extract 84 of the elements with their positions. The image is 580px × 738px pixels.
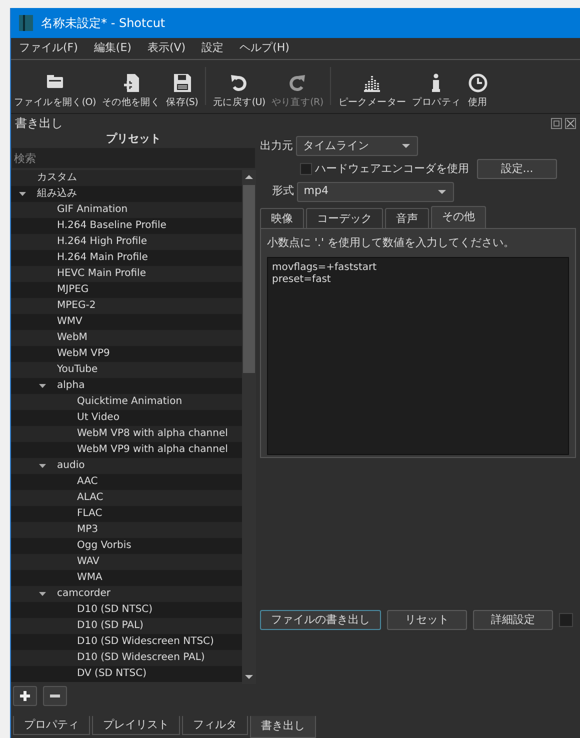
tree-item[interactable]: 組み込み	[11, 186, 242, 202]
tree-item[interactable]: MJPEG	[11, 282, 242, 298]
tree-item[interactable]: H.264 Main Profile	[11, 250, 242, 266]
tree-item[interactable]: alpha	[11, 378, 242, 394]
tree-item[interactable]: MPEG-2	[11, 298, 242, 314]
tree-item[interactable]: ALAC	[11, 490, 242, 506]
hint-text: 小数点に '.' を使用して数値を入力してください。	[267, 234, 516, 250]
field-label: 形式	[272, 183, 294, 200]
checkbox[interactable]	[559, 612, 573, 626]
tree-item[interactable]: D10 (SD NTSC)	[11, 602, 242, 618]
checkbox-label: ハードウェアエンコーダを使用	[314, 160, 469, 176]
tab[interactable]: プレイリスト	[92, 716, 180, 735]
floppy-icon	[171, 72, 194, 94]
menu-item[interactable]: 設定	[194, 40, 232, 57]
field-label: 出力元	[260, 138, 293, 154]
expanded-arrow-icon[interactable]	[38, 382, 46, 390]
tree-item[interactable]: FLAC	[11, 506, 242, 522]
configure-button[interactable]: 設定...	[477, 158, 557, 179]
expanded-arrow-icon[interactable]	[38, 590, 46, 598]
dropdown-arrow-icon	[400, 143, 411, 149]
remove-button[interactable]	[43, 686, 67, 706]
tab[interactable]: 書き出し	[250, 716, 316, 738]
float-icon[interactable]	[551, 118, 562, 128]
source-dropdown[interactable]: タイムライン	[296, 136, 418, 156]
toolbar-button[interactable]: 元に戻す(U)	[210, 72, 268, 113]
app-icon	[19, 15, 33, 31]
tree-item[interactable]: MP3	[11, 522, 242, 538]
toolbar-button[interactable]: ピークメーター	[335, 72, 410, 113]
plus-icon	[19, 690, 31, 702]
dropdown-arrow-icon	[436, 188, 447, 194]
tree-item[interactable]: WebM VP9	[11, 346, 242, 362]
options-field[interactable]: movflags=+faststart preset=fast	[267, 257, 569, 455]
tree-item[interactable]: audio	[11, 458, 242, 474]
tree-item[interactable]: WebM VP8 with alpha channel	[11, 426, 242, 442]
toolbar-button[interactable]: その他を開く	[98, 72, 164, 113]
tree-item[interactable]: WAV	[11, 554, 242, 570]
menu-item[interactable]: ヘルプ(H)	[232, 40, 298, 57]
tab[interactable]: その他	[431, 206, 486, 228]
tree-item[interactable]: AAC	[11, 474, 242, 490]
action-button[interactable]: 詳細設定	[473, 610, 553, 630]
tree-item[interactable]: HEVC Main Profile	[11, 266, 242, 282]
toolbar-button[interactable]: 使用	[464, 72, 492, 113]
tab[interactable]: プロパティ	[13, 716, 90, 735]
tree-item[interactable]: DV (SD NTSC)	[11, 666, 242, 682]
tree-item[interactable]: YouTube	[11, 362, 242, 378]
clock-icon	[466, 72, 489, 94]
tree-item[interactable]: Ut Video	[11, 410, 242, 426]
close-icon[interactable]	[565, 118, 576, 128]
add-button[interactable]	[13, 686, 37, 706]
tree-item[interactable]: H.264 High Profile	[11, 234, 242, 250]
tree-item[interactable]: D10 (SD Widescreen NTSC)	[11, 634, 242, 650]
window-title: 名称未設定* - Shotcut	[41, 15, 166, 32]
tree-item[interactable]: WebM VP9 with alpha channel	[11, 442, 242, 458]
tree-item[interactable]: H.264 Baseline Profile	[11, 218, 242, 234]
tab[interactable]: コーデック	[306, 208, 383, 228]
tab[interactable]: フィルタ	[182, 716, 248, 735]
tree-item[interactable]: WMA	[11, 570, 242, 586]
tree-item[interactable]: Quicktime Animation	[11, 394, 242, 410]
tab[interactable]: 映像	[260, 208, 304, 228]
expanded-arrow-icon[interactable]	[18, 190, 26, 198]
expanded-arrow-icon[interactable]	[38, 462, 46, 470]
checkbox[interactable]	[300, 162, 312, 175]
toolbar-button[interactable]: プロパティ	[409, 72, 464, 113]
toolbar-button[interactable]: 保存(S)	[163, 72, 202, 113]
menu-item[interactable]: ファイル(F)	[11, 40, 86, 57]
tree-item[interactable]: カスタム	[11, 170, 242, 186]
tree-item[interactable]: camcorder	[11, 586, 242, 602]
panel-title: 書き出し	[15, 115, 63, 132]
action-button[interactable]: ファイルの書き出し	[260, 610, 381, 630]
tree-item[interactable]: D10 (SD PAL)	[11, 618, 242, 634]
scrollbar[interactable]	[242, 170, 256, 684]
tree-item[interactable]: GIF Animation	[11, 202, 242, 218]
tree-item[interactable]: WMV	[11, 314, 242, 330]
search-field[interactable]: 検索	[12, 148, 255, 168]
tab[interactable]: 音声	[385, 208, 429, 228]
action-button[interactable]: リセット	[387, 610, 467, 630]
tree-item[interactable]: D10 (SD Widescreen PAL)	[11, 650, 242, 666]
menu-item[interactable]: 表示(V)	[139, 40, 194, 57]
tree-item[interactable]: WebM	[11, 330, 242, 346]
format-dropdown[interactable]: mp4	[296, 182, 454, 202]
menu-item[interactable]: 編集(E)	[86, 40, 140, 57]
toolbar-button[interactable]: ファイルを開く(O)	[11, 72, 99, 113]
section-title: プリセット	[105, 132, 162, 146]
tree-item[interactable]: Ogg Vorbis	[11, 538, 242, 554]
